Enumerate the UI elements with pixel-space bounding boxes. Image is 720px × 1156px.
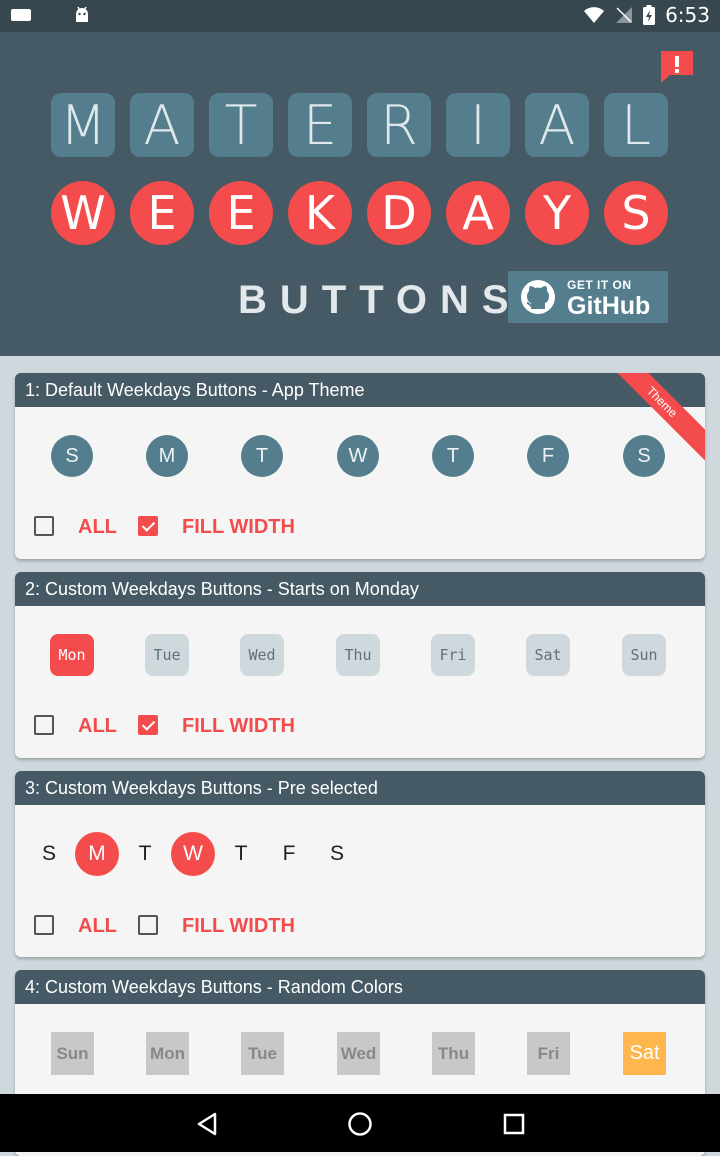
github-badge-button[interactable]: GET IT ON GitHub: [508, 271, 668, 323]
weekday-button[interactable]: W: [337, 435, 379, 477]
weekday-button[interactable]: T: [432, 435, 474, 477]
card-starts-monday: 2: Custom Weekdays Buttons - Starts on M…: [15, 572, 705, 758]
all-checkbox[interactable]: [34, 715, 54, 735]
battery-icon: [643, 5, 656, 25]
header-subtitle: BUTTONS: [238, 278, 522, 322]
title-letter-tile: A: [130, 93, 194, 157]
weekday-button[interactable]: Sat: [623, 1032, 666, 1075]
weekday-button[interactable]: Sat: [526, 634, 570, 676]
fill-width-checkbox[interactable]: [138, 715, 158, 735]
weekday-button[interactable]: F: [267, 832, 311, 876]
all-label[interactable]: ALL: [78, 715, 117, 738]
github-badge-small: GET IT ON: [567, 278, 632, 292]
card-title: 1: Default Weekdays Buttons - App Theme: [15, 373, 705, 407]
title-letter-circle: D: [367, 181, 431, 245]
fill-width-checkbox[interactable]: [138, 516, 158, 536]
all-checkbox[interactable]: [34, 915, 54, 935]
signal-off-icon: [616, 7, 633, 23]
title-letter-circle: A: [446, 181, 510, 245]
card-title: 4: Custom Weekdays Buttons - Random Colo…: [15, 970, 705, 1004]
weekday-button[interactable]: Tue: [241, 1032, 284, 1075]
weekday-button[interactable]: Mon: [146, 1032, 189, 1075]
weekday-button[interactable]: Sun: [51, 1032, 94, 1075]
weekday-button[interactable]: T: [241, 435, 283, 477]
weekday-button[interactable]: Fri: [431, 634, 475, 676]
recents-icon[interactable]: [503, 1113, 525, 1135]
weekday-button[interactable]: S: [51, 435, 93, 477]
weekday-button[interactable]: W: [171, 832, 215, 876]
title-letter-circle: S: [604, 181, 668, 245]
fill-width-label[interactable]: FILL WIDTH: [182, 915, 295, 938]
home-icon[interactable]: [347, 1111, 373, 1137]
weekday-button[interactable]: M: [75, 832, 119, 876]
weekday-button[interactable]: F: [527, 435, 569, 477]
card-title: 2: Custom Weekdays Buttons - Starts on M…: [15, 572, 705, 606]
feedback-icon[interactable]: [660, 50, 694, 84]
title-letter-tile: E: [288, 93, 352, 157]
title-letter-tile: M: [51, 93, 115, 157]
title-material: M A T E R I A L: [51, 93, 668, 157]
weekday-button[interactable]: Wed: [337, 1032, 380, 1075]
card-pre-selected: 3: Custom Weekdays Buttons - Pre selecte…: [15, 771, 705, 957]
weekday-button[interactable]: Tue: [145, 634, 189, 676]
title-letter-tile: I: [446, 93, 510, 157]
weekday-button[interactable]: Thu: [432, 1032, 475, 1075]
title-letter-circle: W: [51, 181, 115, 245]
all-label[interactable]: ALL: [78, 915, 117, 938]
fill-width-label[interactable]: FILL WIDTH: [182, 516, 295, 539]
card-default-theme: 1: Default Weekdays Buttons - App Theme …: [15, 373, 705, 559]
weekday-button[interactable]: Wed: [240, 634, 284, 676]
notification-icon: [11, 9, 31, 21]
weekday-button[interactable]: S: [27, 832, 71, 876]
weekday-button[interactable]: Mon: [50, 634, 94, 676]
weekday-button[interactable]: Thu: [336, 634, 380, 676]
status-bar: 6:53: [0, 0, 720, 32]
title-weekdays: W E E K D A Y S: [51, 181, 668, 245]
android-debug-icon: [76, 6, 88, 22]
fill-width-label[interactable]: FILL WIDTH: [182, 715, 295, 738]
title-letter-circle: K: [288, 181, 352, 245]
weekday-button[interactable]: M: [146, 435, 188, 477]
github-icon: [521, 280, 555, 314]
card-title: 3: Custom Weekdays Buttons - Pre selecte…: [15, 771, 705, 805]
all-label[interactable]: ALL: [78, 516, 117, 539]
github-badge-big: GitHub: [567, 292, 651, 320]
weekday-button[interactable]: S: [623, 435, 665, 477]
title-letter-circle: E: [130, 181, 194, 245]
status-time: 6:53: [665, 3, 710, 27]
title-letter-tile: T: [209, 93, 273, 157]
weekday-button[interactable]: S: [315, 832, 359, 876]
title-letter-circle: E: [209, 181, 273, 245]
back-icon[interactable]: [196, 1112, 218, 1136]
title-letter-tile: A: [525, 93, 589, 157]
fill-width-checkbox[interactable]: [138, 915, 158, 935]
title-letter-circle: Y: [525, 181, 589, 245]
weekday-button[interactable]: Sun: [622, 634, 666, 676]
navigation-bar: [0, 1094, 720, 1152]
title-letter-tile: R: [367, 93, 431, 157]
weekday-button[interactable]: Fri: [527, 1032, 570, 1075]
weekday-button[interactable]: T: [123, 832, 167, 876]
all-checkbox[interactable]: [34, 516, 54, 536]
weekday-button[interactable]: T: [219, 832, 263, 876]
wifi-icon: [584, 7, 605, 23]
title-letter-tile: L: [604, 93, 668, 157]
